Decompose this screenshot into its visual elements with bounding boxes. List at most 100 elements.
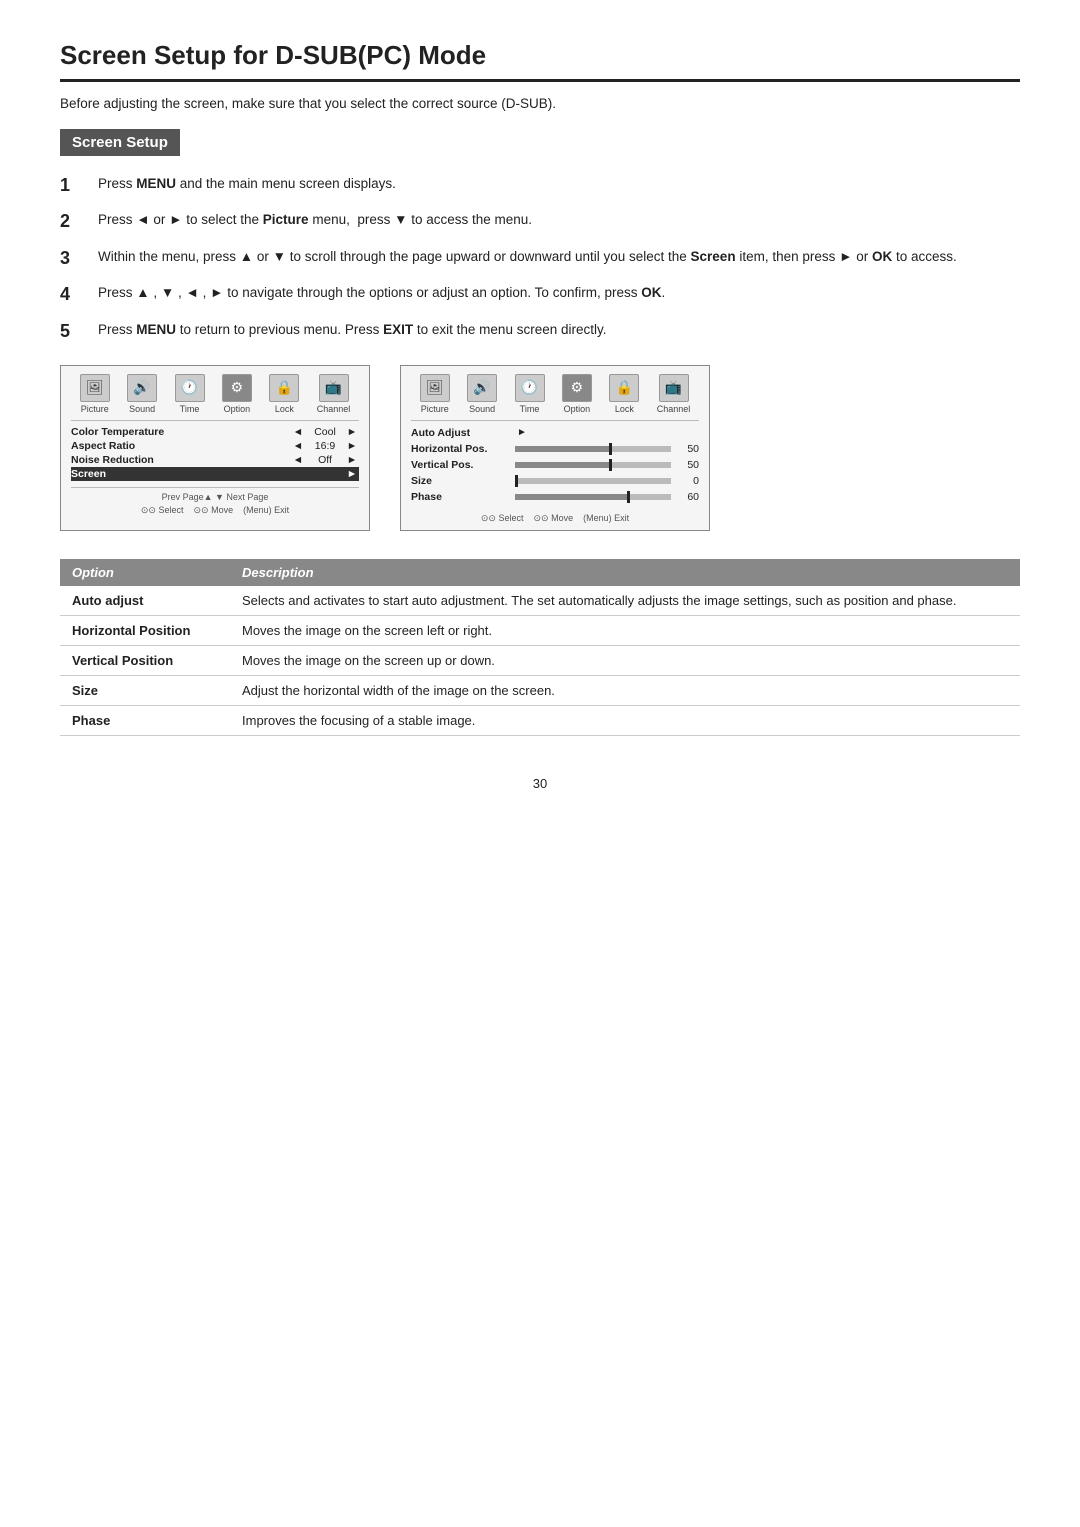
menu-screen-right: 🖼 Picture 🔊 Sound 🕐 Time ⚙ Option 🔒 Lock… <box>400 365 710 531</box>
auto-adjust-row: Auto Adjust ► <box>411 425 699 441</box>
table-row-4: PhaseImproves the focusing of a stable i… <box>60 705 1020 735</box>
menu-icon-channel-left: 📺 Channel <box>317 374 351 414</box>
aspect-ratio-arrow-r: ► <box>345 440 359 452</box>
size-marker <box>515 475 518 487</box>
select-hint-right: ⊙⊙ Select <box>481 513 524 524</box>
description-cell-4: Improves the focusing of a stable image. <box>230 705 1020 735</box>
auto-adjust-arrow: ► <box>517 427 527 438</box>
menu-icon-time-left: 🕐 Time <box>175 374 205 414</box>
table-row-2: Vertical PositionMoves the image on the … <box>60 645 1020 675</box>
size-bar <box>515 478 671 484</box>
options-table: Option Description Auto adjustSelects an… <box>60 559 1020 736</box>
step-3-text: Within the menu, press ▲ or ▼ to scroll … <box>98 247 1020 268</box>
menu-rows-right: Auto Adjust ► Horizontal Pos. 50 Vertica… <box>411 425 699 505</box>
horizontal-pos-label: Horizontal Pos. <box>411 443 511 455</box>
prev-next-page-text: Prev Page▲ ▼ Next Page <box>162 492 269 502</box>
steps-list: 1 Press MENU and the main menu screen di… <box>60 174 1020 343</box>
vertical-pos-marker <box>609 459 612 471</box>
step-5-num: 5 <box>60 320 90 343</box>
phase-value: 60 <box>675 491 699 503</box>
size-value: 0 <box>675 475 699 487</box>
aspect-ratio-value: 16:9 <box>305 440 345 452</box>
option-cell-4: Phase <box>60 705 230 735</box>
channel-label-right: Channel <box>657 404 691 414</box>
menu-icon-picture-right: 🖼 Picture <box>420 374 450 414</box>
option-label-right: Option <box>564 404 591 414</box>
vertical-pos-bar-fill <box>515 462 609 468</box>
sound-label-left: Sound <box>129 404 155 414</box>
screen-arrow-r: ► <box>345 468 359 480</box>
option-cell-1: Horizontal Position <box>60 615 230 645</box>
menu-icon-channel-right: 📺 Channel <box>657 374 691 414</box>
table-header-row: Option Description <box>60 559 1020 586</box>
aspect-ratio-arrow-l: ◄ <box>291 440 305 452</box>
horizontal-pos-row: Horizontal Pos. 50 <box>411 441 699 457</box>
menu-screens-container: 🖼 Picture 🔊 Sound 🕐 Time ⚙ Option 🔒 Lock… <box>60 365 1020 531</box>
step-2: 2 Press ◄ or ► to select the Picture men… <box>60 210 1020 233</box>
vertical-pos-value: 50 <box>675 459 699 471</box>
menu-screen-left: 🖼 Picture 🔊 Sound 🕐 Time ⚙ Option 🔒 Lock… <box>60 365 370 531</box>
menu-rows-left: Color Temperature ◄ Cool ► Aspect Ratio … <box>71 425 359 481</box>
screen-row: Screen ► <box>71 467 359 481</box>
phase-label: Phase <box>411 491 511 503</box>
sound-label-right: Sound <box>469 404 495 414</box>
step-1-num: 1 <box>60 174 90 197</box>
exit-hint-right: (Menu) Exit <box>583 513 629 524</box>
noise-reduction-row: Noise Reduction ◄ Off ► <box>71 453 359 467</box>
menu-icon-picture-left: 🖼 Picture <box>80 374 110 414</box>
table-row-1: Horizontal PositionMoves the image on th… <box>60 615 1020 645</box>
step-2-num: 2 <box>60 210 90 233</box>
horizontal-pos-bar-fill <box>515 446 609 452</box>
color-temp-row: Color Temperature ◄ Cool ► <box>71 425 359 439</box>
col-option-header: Option <box>60 559 230 586</box>
menu-icon-sound-left: 🔊 Sound <box>127 374 157 414</box>
menu-icon-lock-right: 🔒 Lock <box>609 374 639 414</box>
horizontal-pos-value: 50 <box>675 443 699 455</box>
menu-icons-left: 🖼 Picture 🔊 Sound 🕐 Time ⚙ Option 🔒 Lock… <box>71 374 359 421</box>
phase-bar <box>515 494 671 500</box>
option-cell-3: Size <box>60 675 230 705</box>
time-icon-left: 🕐 <box>175 374 205 402</box>
picture-icon-right: 🖼 <box>420 374 450 402</box>
menu-icon-time-right: 🕐 Time <box>515 374 545 414</box>
color-temp-arrow-r: ► <box>345 426 359 438</box>
description-cell-2: Moves the image on the screen up or down… <box>230 645 1020 675</box>
option-cell-2: Vertical Position <box>60 645 230 675</box>
picture-label-left: Picture <box>81 404 109 414</box>
noise-reduction-label: Noise Reduction <box>71 454 291 466</box>
table-row-0: Auto adjustSelects and activates to star… <box>60 586 1020 616</box>
size-row: Size 0 <box>411 473 699 489</box>
horizontal-pos-bar <box>515 446 671 452</box>
step-4-num: 4 <box>60 283 90 306</box>
vertical-pos-label: Vertical Pos. <box>411 459 511 471</box>
menu-footer-bottom-right: ⊙⊙ Select ⊙⊙ Move (Menu) Exit <box>411 513 699 524</box>
noise-reduction-arrow-l: ◄ <box>291 454 305 466</box>
description-cell-0: Selects and activates to start auto adju… <box>230 586 1020 616</box>
exit-hint-left: (Menu) Exit <box>243 505 289 516</box>
description-cell-1: Moves the image on the screen left or ri… <box>230 615 1020 645</box>
menu-icons-right: 🖼 Picture 🔊 Sound 🕐 Time ⚙ Option 🔒 Lock… <box>411 374 699 421</box>
menu-footer-left: Prev Page▲ ▼ Next Page <box>71 487 359 502</box>
noise-reduction-value: Off <box>305 454 345 466</box>
phase-row: Phase 60 <box>411 489 699 505</box>
step-3-num: 3 <box>60 247 90 270</box>
color-temp-arrow-l: ◄ <box>291 426 305 438</box>
lock-icon-left: 🔒 <box>269 374 299 402</box>
lock-icon-right: 🔒 <box>609 374 639 402</box>
option-icon-right: ⚙ <box>562 374 592 402</box>
page-number: 30 <box>60 776 1020 791</box>
menu-icon-option-right: ⚙ Option <box>562 374 592 414</box>
menu-icon-sound-right: 🔊 Sound <box>467 374 497 414</box>
intro-text: Before adjusting the screen, make sure t… <box>60 96 1020 111</box>
phase-bar-fill <box>515 494 627 500</box>
color-temp-label: Color Temperature <box>71 426 291 438</box>
step-2-text: Press ◄ or ► to select the Picture menu,… <box>98 210 1020 231</box>
move-hint-right: ⊙⊙ Move <box>534 513 574 524</box>
menu-icon-option-left: ⚙ Option <box>222 374 252 414</box>
channel-icon-right: 📺 <box>659 374 689 402</box>
time-icon-right: 🕐 <box>515 374 545 402</box>
select-hint-left: ⊙⊙ Select <box>141 505 184 516</box>
description-cell-3: Adjust the horizontal width of the image… <box>230 675 1020 705</box>
option-cell-0: Auto adjust <box>60 586 230 616</box>
sound-icon-right: 🔊 <box>467 374 497 402</box>
